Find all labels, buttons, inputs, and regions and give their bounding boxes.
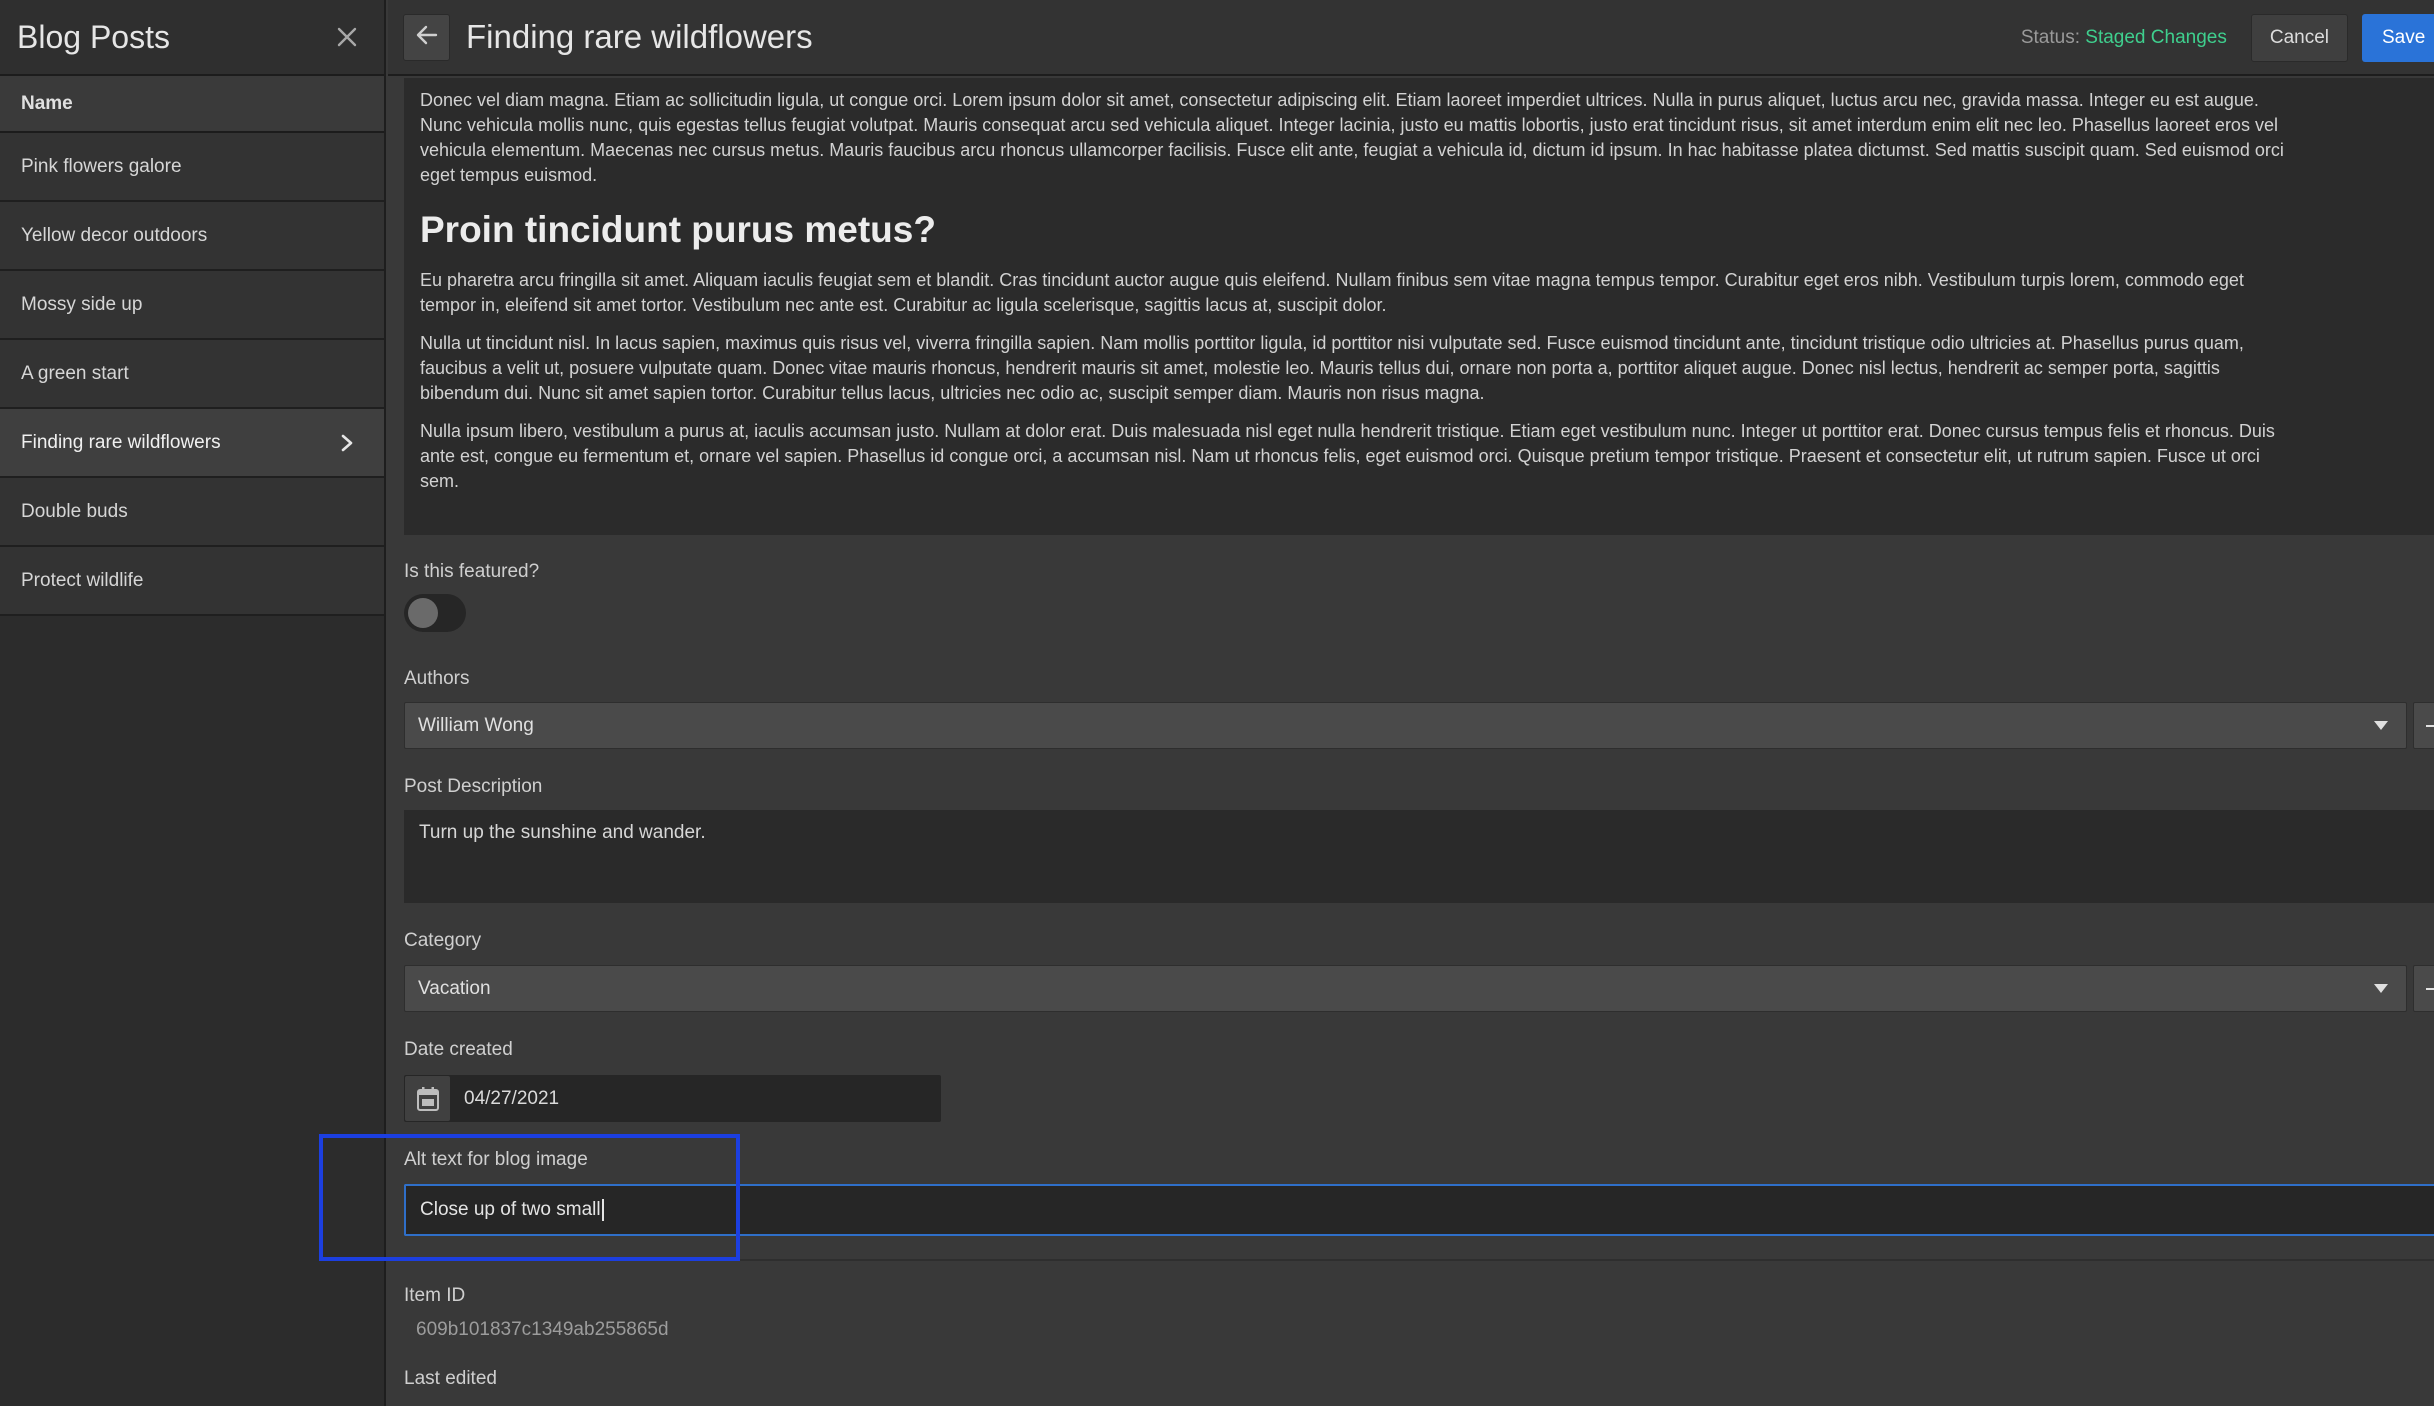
featured-toggle[interactable] (404, 594, 466, 632)
date-field: 04/27/2021 (404, 1075, 941, 1122)
sidebar-item-pink-flowers-galore[interactable]: Pink flowers galore (0, 133, 384, 202)
alt-text-label: Alt text for blog image (404, 1149, 588, 1170)
paragraph-line: Eu pharetra arcu fringilla sit amet. Ali… (420, 270, 2244, 290)
add-category-button[interactable] (2413, 965, 2434, 1012)
content-heading: Proin tincidunt purus metus? (420, 209, 936, 250)
body-paragraph: Nulla ut tincidunt nisl. In lacus sapien… (420, 331, 2420, 406)
body-paragraph: Nulla ipsum libero, vestibulum a purus a… (420, 419, 2420, 494)
rich-text-editor[interactable]: Donec vel diam magna. Etiam ac sollicitu… (404, 78, 2434, 535)
paragraph-line: bibendum dui. Nunc sit amet sapien torto… (420, 383, 1485, 403)
save-button[interactable]: Save (2362, 14, 2434, 62)
body-paragraph: Eu pharetra arcu fringilla sit amet. Ali… (420, 268, 2420, 318)
editor-header: Finding rare wildflowers Status: Staged … (388, 0, 2434, 76)
plus-icon (2426, 725, 2434, 727)
paragraph-line: ante est, congue eu fermentum et, ornare… (420, 446, 2260, 466)
alt-text-input[interactable]: Close up of two small (404, 1184, 2434, 1236)
cancel-button[interactable]: Cancel (2250, 14, 2348, 62)
category-label: Category (404, 930, 482, 951)
status-indicator: Status: Staged Changes (2021, 27, 2227, 49)
toggle-knob (408, 598, 438, 628)
sidebar-item-mossy-side-up[interactable]: Mossy side up (0, 271, 384, 340)
featured-label: Is this featured? (404, 561, 540, 582)
paragraph-line: Nulla ipsum libero, vestibulum a purus a… (420, 421, 2275, 441)
sidebar-item-label: Mossy side up (21, 293, 143, 315)
calendar-icon[interactable] (405, 1076, 450, 1121)
sidebar-item-yellow-decor-outdoors[interactable]: Yellow decor outdoors (0, 202, 384, 271)
status-label: Status: (2020, 27, 2080, 48)
add-author-button[interactable] (2413, 702, 2434, 749)
authors-select[interactable]: William Wong (404, 702, 2407, 749)
sidebar-item-double-buds[interactable]: Double buds (0, 478, 384, 547)
paragraph-line: Nulla ut tincidunt nisl. In lacus sapien… (420, 333, 2244, 353)
sidebar-item-label: A green start (21, 362, 129, 384)
authors-value: William Wong (418, 714, 534, 736)
date-input[interactable]: 04/27/2021 (464, 1088, 559, 1110)
description-textarea[interactable]: Turn up the sunshine and wander. (404, 810, 2434, 903)
section-divider (388, 1259, 2434, 1261)
caret-down-icon (2374, 984, 2388, 993)
description-label: Post Description (404, 776, 543, 797)
body-paragraph: Donec vel diam magna. Etiam ac sollicitu… (420, 88, 2420, 188)
authors-label: Authors (404, 668, 470, 689)
sidebar-item-label: Double buds (21, 500, 128, 522)
back-button[interactable] (403, 13, 450, 61)
caret-down-icon (2374, 721, 2388, 730)
item-id-label: Item ID (404, 1285, 466, 1306)
close-icon[interactable] (332, 22, 362, 52)
paragraph-line: Donec vel diam magna. Etiam ac sollicitu… (420, 90, 2259, 110)
paragraph-line: sem. (420, 471, 460, 491)
arrow-left-icon (416, 25, 438, 50)
paragraph-line: Nunc vehicula mollis nunc, quis egestas … (420, 115, 2278, 135)
page-title: Finding rare wildflowers (466, 18, 813, 55)
date-label: Date created (404, 1039, 513, 1060)
category-select[interactable]: Vacation (404, 965, 2407, 1012)
header-actions: Status: Staged Changes Cancel Save (2021, 0, 2434, 76)
paragraph-line: vehicula elementum. Maecenas nec cursus … (420, 140, 2284, 160)
category-value: Vacation (418, 977, 491, 999)
plus-icon (2426, 988, 2434, 990)
text-cursor (601, 1199, 604, 1221)
editor-form: Donec vel diam magna. Etiam ac sollicitu… (388, 78, 2434, 1406)
sidebar-item-label: Finding rare wildflowers (21, 431, 221, 453)
sidebar-item-label: Yellow decor outdoors (21, 224, 208, 246)
paragraph-line: eget tempus euismod. (420, 165, 598, 185)
sidebar-header: Blog Posts (0, 0, 384, 76)
item-id-value: 609b101837c1349ab255865d (416, 1319, 669, 1340)
chevron-right-icon (340, 433, 354, 453)
sidebar-item-label: Pink flowers galore (21, 155, 182, 177)
sidebar-item-finding-rare-wildflowers[interactable]: Finding rare wildflowers (0, 409, 384, 478)
sidebar-title: Blog Posts (17, 18, 170, 55)
status-value: Staged Changes (2085, 27, 2227, 48)
sidebar-item-label: Protect wildlife (21, 569, 144, 591)
sidebar-item-protect-wildlife[interactable]: Protect wildlife (0, 547, 384, 616)
column-header-name[interactable]: Name (0, 76, 384, 133)
sidebar-item-a-green-start[interactable]: A green start (0, 340, 384, 409)
paragraph-line: tempor in, eleifend sit amet tortor. Ves… (420, 295, 1387, 315)
paragraph-line: faucibus a velit ut, posuere vulputate q… (420, 358, 2220, 378)
sidebar: Blog Posts Name Pink flowers galore Yell… (0, 0, 386, 1406)
alt-text-value: Close up of two small (420, 1199, 601, 1220)
last-edited-label: Last edited (404, 1368, 497, 1389)
